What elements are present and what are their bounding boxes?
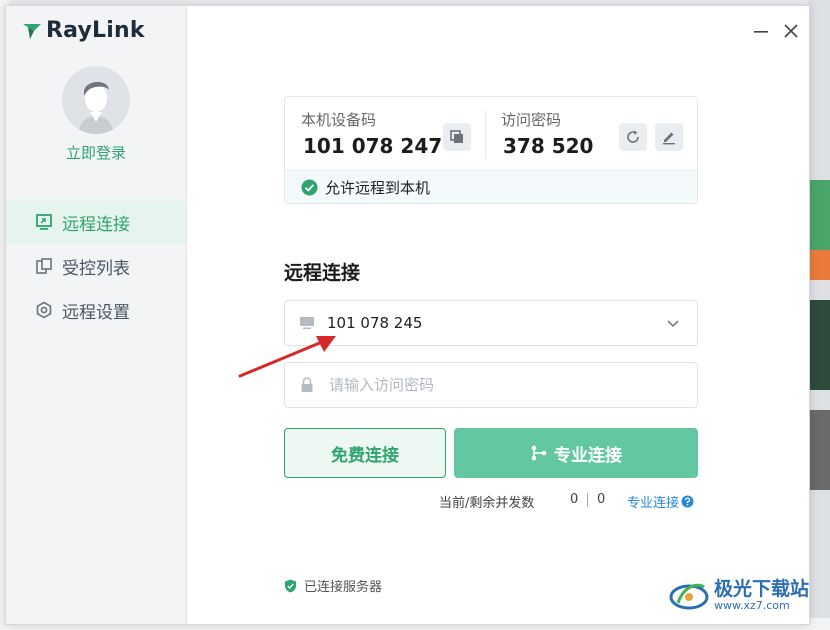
sidebar: RayLink 立即登录 远程连接 受控列表 远程设置 [6, 6, 187, 624]
concurrency-remaining: 0 [596, 492, 606, 507]
login-link[interactable]: 立即登录 [6, 142, 186, 163]
watermark-url: www.xz7.com [714, 598, 790, 612]
allow-remote-label: 允许远程到本机 [325, 178, 431, 197]
app-logo-text: RayLink [46, 18, 145, 43]
refresh-icon [627, 130, 639, 143]
watermark: 极光下载站 www.xz7.com [668, 577, 809, 613]
avatar[interactable] [62, 66, 130, 134]
concurrency-label: 当前/剩余并发数 [439, 496, 535, 511]
device-id-value: 101 078 245 [327, 314, 423, 332]
shield-check-icon [285, 579, 296, 592]
close-button[interactable] [778, 18, 804, 44]
raylink-window: RayLink 立即登录 远程连接 受控列表 远程设置 本机设备码 101 07… [5, 5, 810, 625]
access-password-label: 访问密码 [501, 111, 562, 129]
app-logo: RayLink [22, 18, 145, 43]
refresh-password-button[interactable] [619, 123, 647, 151]
pro-connect-link[interactable]: 专业连接 [627, 492, 694, 511]
watermark-title: 极光下载站 [714, 577, 810, 600]
monitor-icon [34, 212, 54, 232]
device-list-icon [34, 256, 54, 276]
user-avatar-icon [78, 81, 114, 134]
server-status: 已连接服务器 [284, 576, 382, 595]
remote-connect-title: 远程连接 [284, 262, 361, 284]
red-arrow-annotation [238, 336, 336, 378]
background-window-edge-right [808, 0, 830, 630]
sidebar-item-label: 远程连接 [62, 214, 130, 235]
sidebar-item-label: 远程设置 [62, 302, 130, 323]
help-icon [681, 495, 694, 508]
raylink-logo-icon [23, 23, 41, 39]
minimize-button[interactable] [748, 18, 774, 44]
main-panel: 本机设备码 101 078 247 访问密码 378 520 允许远程到本机 远… [187, 6, 809, 624]
sidebar-item-remote-connect[interactable]: 远程连接 [6, 200, 186, 244]
free-connect-button[interactable]: 免费连接 [284, 428, 446, 478]
hexagon-settings-icon [34, 300, 54, 320]
monitor-small-icon [297, 316, 317, 330]
minimize-icon [754, 31, 768, 33]
concurrency-current: 0 [570, 492, 579, 507]
password-field[interactable] [284, 362, 698, 408]
pro-connect-label: 专业连接 [554, 445, 622, 466]
watermark-logo-icon [669, 583, 709, 610]
close-icon [784, 24, 798, 38]
copy-device-code-button[interactable] [443, 123, 471, 151]
edit-password-button[interactable] [655, 123, 683, 151]
server-status-label: 已连接服务器 [304, 580, 383, 595]
pro-connect-link-label: 专业连接 [627, 496, 680, 511]
sidebar-item-label: 受控列表 [62, 258, 130, 279]
password-input[interactable] [327, 375, 697, 395]
device-id-dropdown[interactable]: 101 078 245 [284, 300, 698, 346]
share-nodes-icon [531, 445, 547, 461]
copy-icon [450, 130, 463, 143]
allow-remote-row[interactable]: 允许远程到本机 [285, 170, 697, 203]
device-code-label: 本机设备码 [301, 111, 377, 129]
chevron-down-icon[interactable] [663, 316, 683, 330]
sidebar-nav: 远程连接 受控列表 远程设置 [6, 200, 186, 332]
device-info-card: 本机设备码 101 078 247 访问密码 378 520 允许远程到本机 [284, 96, 698, 204]
device-code-value: 101 078 247 [303, 134, 443, 158]
sidebar-item-remote-settings[interactable]: 远程设置 [6, 288, 186, 332]
check-circle-icon [301, 179, 318, 195]
card-divider [485, 111, 486, 159]
concurrency-separator: | [585, 492, 590, 507]
sidebar-item-controlled-list[interactable]: 受控列表 [6, 244, 186, 288]
concurrency-values: 0 | 0 [570, 492, 605, 507]
pro-connect-button[interactable]: 专业连接 [454, 428, 698, 478]
access-password-value: 378 520 [503, 134, 594, 158]
edit-icon [663, 132, 675, 145]
